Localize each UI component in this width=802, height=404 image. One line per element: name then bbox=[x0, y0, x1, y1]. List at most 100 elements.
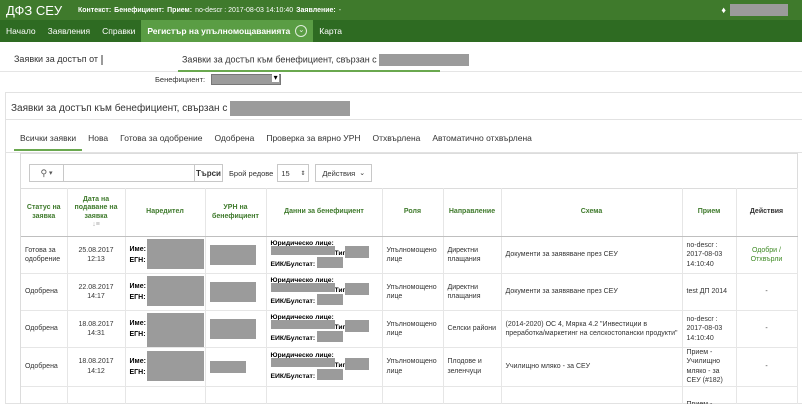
cell-date-value: 18.08.2017 bbox=[78, 358, 114, 366]
nav-home[interactable]: Начало bbox=[0, 20, 42, 42]
table-row[interactable]: Готова за одобрение 25.08.2017 12:13 Име… bbox=[21, 236, 798, 274]
col-requester[interactable]: Наредител bbox=[125, 188, 206, 237]
rows-per-page-select[interactable]: 15 ⇕ bbox=[277, 164, 310, 182]
subtab-requests-to-label: Заявки за достъп към бенефициент, свърза… bbox=[182, 54, 377, 65]
col-direction[interactable]: Направление bbox=[443, 188, 502, 237]
requests-grid: ⚲ ▾ Търси Брой редове 15 ⇕ Действия ⌄ Ст… bbox=[20, 153, 798, 404]
redacted-block bbox=[379, 54, 470, 66]
redacted-block bbox=[316, 294, 343, 305]
cell-actions: - bbox=[736, 273, 798, 311]
nav-authorization-register-label: Регистър на упълномощаванията bbox=[147, 26, 291, 36]
cell-time-value: 12:13 bbox=[87, 256, 105, 263]
redacted-block bbox=[344, 320, 369, 332]
beneficiary-select[interactable] bbox=[211, 73, 282, 85]
cell-date-value: 25.08.2017 bbox=[78, 246, 114, 254]
cell-actions: Одобри / Отхвърли bbox=[736, 236, 798, 274]
cell-actions: - bbox=[736, 347, 798, 387]
col-actions: Действия bbox=[736, 188, 798, 237]
cell-requester: Име: ЕГН: bbox=[125, 347, 206, 387]
requester-egn-label: ЕГН: bbox=[129, 368, 146, 376]
tab-rejected[interactable]: Отхвърлена bbox=[367, 133, 427, 151]
search-options-button[interactable]: ⚲ ▾ bbox=[30, 165, 64, 181]
tab-all-requests[interactable]: Всички заявки bbox=[14, 133, 83, 151]
panel-title-text: Заявки за достъп към бенефициент, свърза… bbox=[11, 103, 228, 115]
eik-label: ЕИК/Булстат: bbox=[270, 335, 316, 342]
col-role[interactable]: Роля bbox=[382, 188, 444, 237]
status-filter-tabs: Всички заявки Нова Готова за одобрение О… bbox=[14, 133, 538, 151]
cell-status: Одобрена bbox=[21, 273, 68, 311]
rows-per-page-value: 15 bbox=[281, 168, 290, 178]
redacted-block bbox=[146, 313, 204, 347]
nav-authorization-register[interactable]: Регистър на упълномощаванията ⌄ bbox=[141, 20, 314, 42]
context-beneficiary-label: Бенефициент: bbox=[114, 6, 165, 14]
reject-link[interactable]: Отхвърли bbox=[751, 256, 783, 263]
cell-direction bbox=[443, 386, 502, 404]
subtab-requests-to[interactable]: Заявки за достъп към бенефициент, свърза… bbox=[178, 54, 470, 72]
tab-urn-check[interactable]: Проверка за вярно УРН bbox=[260, 133, 366, 151]
context-application-value: - bbox=[338, 6, 342, 14]
redacted-block bbox=[344, 357, 369, 370]
table-row[interactable]: Одобрена 22.08.2017 14:17 Име: ЕГН: Юрид… bbox=[21, 273, 798, 311]
redacted-block bbox=[209, 319, 256, 339]
chevron-down-icon[interactable]: ⌄ bbox=[295, 25, 308, 37]
table-row[interactable]: Одобрена 18.08.2017 14:31 Име: ЕГН: Юрид… bbox=[21, 310, 798, 348]
actions-dropdown[interactable]: Действия ⌄ bbox=[315, 164, 373, 182]
requests-table: Статус на заявка Дата на подаване на зая… bbox=[21, 188, 798, 404]
redacted-block bbox=[230, 101, 351, 116]
search-input[interactable] bbox=[64, 165, 194, 181]
nav-applications[interactable]: Заявления bbox=[42, 20, 97, 42]
tab-approved[interactable]: Одобрена bbox=[208, 133, 260, 151]
requester-name-label: Име: bbox=[129, 246, 146, 253]
requester-name-label: Име: bbox=[129, 320, 146, 327]
redacted-block bbox=[270, 357, 335, 367]
beneficiary-filter-label: Бенефициент: bbox=[155, 75, 206, 84]
user-menu[interactable]: ♦ bbox=[721, 4, 788, 16]
nav-reports[interactable]: Справки bbox=[96, 20, 141, 42]
context-intake-value: no-descr : 2017-08-03 14:10:40 bbox=[195, 6, 294, 14]
cell-intake: no-descr : 2017-08-03 14:10:40 bbox=[682, 236, 737, 274]
redacted-block bbox=[270, 246, 335, 255]
tab-new[interactable]: Нова bbox=[82, 133, 114, 151]
cell-date: 22.08.2017 14:17 bbox=[67, 273, 126, 311]
chevron-down-icon: ⌄ bbox=[359, 170, 366, 177]
cell-status: Одобрена bbox=[21, 347, 68, 387]
tab-ready-for-approval[interactable]: Готова за одобрение bbox=[114, 133, 208, 151]
subtab-requests-from[interactable]: Заявки за достъп от bbox=[14, 54, 103, 65]
cell-date-value: 22.08.2017 bbox=[78, 283, 114, 291]
cell-status: Готова за одобрение bbox=[21, 236, 68, 274]
cell-direction: Директни плащания bbox=[443, 236, 502, 274]
cell-direction: Директни плащания bbox=[443, 273, 502, 311]
user-icon: ♦ bbox=[721, 5, 726, 15]
col-urn[interactable]: УРН на бенефициент bbox=[205, 188, 267, 237]
cell-beneficiary-data: Юридическо лице: Тип: ЕИК/Булстат: bbox=[266, 310, 383, 348]
nav-map[interactable]: Карта bbox=[313, 20, 348, 42]
search-button[interactable]: Търси bbox=[194, 165, 222, 181]
table-row[interactable]: Одобрена 18.08.2017 14:12 Име: ЕГН: Юрид… bbox=[21, 347, 798, 387]
cell-scheme: (2014-2020) ОС 4, Мярка 4.2 "Инвестиции … bbox=[501, 310, 683, 348]
cell-time-value: 14:31 bbox=[87, 330, 105, 337]
requester-egn-label: ЕГН: bbox=[129, 257, 146, 264]
col-date[interactable]: Дата на подаване на заявка ↓≡ bbox=[67, 188, 126, 237]
cell-requester: Име: ЕГН: bbox=[125, 273, 206, 311]
col-scheme[interactable]: Схема bbox=[501, 188, 683, 237]
col-intake[interactable]: Прием bbox=[682, 188, 737, 237]
spinner-icon: ⇕ bbox=[300, 170, 306, 177]
cell-actions bbox=[736, 386, 798, 404]
cell-direction: Плодове и зеленчуци bbox=[443, 347, 502, 387]
requester-name-label: Име: bbox=[129, 357, 146, 365]
tab-auto-rejected[interactable]: Автоматично отхвърлена bbox=[426, 133, 538, 151]
app-brand[interactable]: ДФЗ СЕУ bbox=[0, 3, 78, 18]
cell-scheme: Документи за заявяване през СЕУ bbox=[501, 236, 683, 274]
table-row[interactable]: Прием - bbox=[21, 386, 798, 404]
cell-direction: Селски райони bbox=[443, 310, 502, 348]
chevron-down-icon: ▾ bbox=[49, 170, 53, 177]
cell-role: Упълномощено лице bbox=[382, 236, 444, 274]
col-beneficiary-data[interactable]: Данни за бенефициент bbox=[266, 188, 383, 237]
cell-date-value: 18.08.2017 bbox=[78, 320, 114, 328]
cell-urn bbox=[205, 236, 267, 274]
redacted-block bbox=[344, 283, 369, 295]
requester-name-label: Име: bbox=[129, 283, 146, 290]
cell-date: 25.08.2017 12:13 bbox=[67, 236, 126, 274]
approve-link[interactable]: Одобри bbox=[752, 247, 777, 254]
col-status[interactable]: Статус на заявка bbox=[21, 188, 68, 237]
